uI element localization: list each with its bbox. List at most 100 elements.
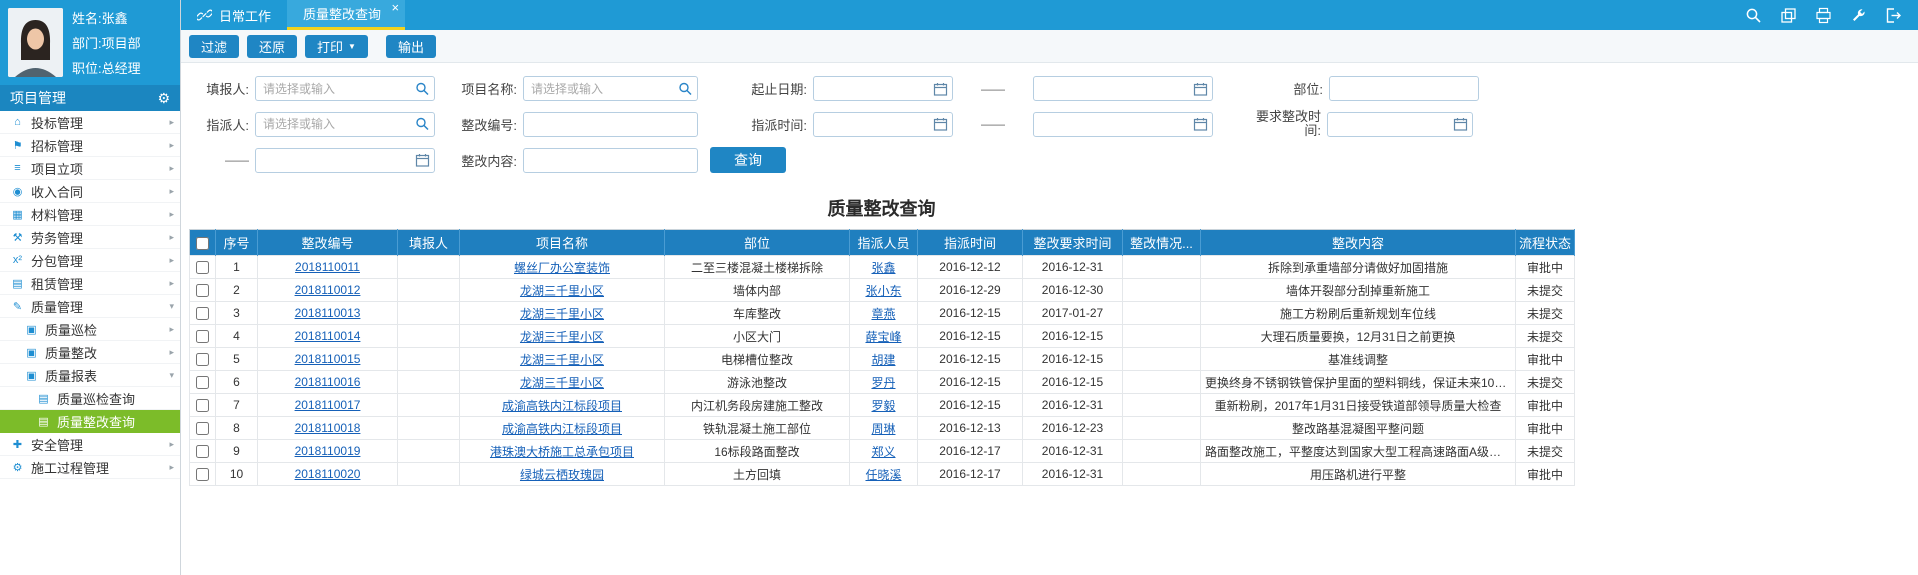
row-checkbox[interactable] bbox=[196, 261, 209, 274]
restore-button[interactable]: 还原 bbox=[247, 35, 297, 58]
calendar-icon[interactable] bbox=[1193, 117, 1208, 132]
rectification-number-link[interactable]: 2018110016 bbox=[295, 375, 361, 389]
column-header[interactable]: 填报人 bbox=[398, 230, 460, 256]
sidebar-item-13[interactable]: ▤ 质量整改查询 bbox=[0, 410, 180, 433]
assignee-link[interactable]: 张鑫 bbox=[871, 261, 895, 275]
column-header[interactable]: 项目名称 bbox=[460, 230, 665, 256]
project-name-link[interactable]: 成渝高铁内江标段项目 bbox=[502, 399, 622, 413]
project-name-link[interactable]: 龙湖三千里小区 bbox=[520, 353, 604, 367]
assignee-link[interactable]: 胡建 bbox=[871, 353, 895, 367]
column-header[interactable]: 指派时间 bbox=[918, 230, 1023, 256]
row-checkbox[interactable] bbox=[196, 422, 209, 435]
rectification-number-link[interactable]: 2018110017 bbox=[295, 398, 361, 412]
required-time-end-input[interactable] bbox=[255, 148, 435, 173]
sidebar-item-0[interactable]: ⌂ 投标管理 ▸ bbox=[0, 111, 180, 134]
location-input[interactable] bbox=[1329, 76, 1479, 101]
sidebar-section-header[interactable]: 项目管理 ⚙ bbox=[0, 85, 180, 111]
sidebar-item-2[interactable]: ≡ 项目立项 ▸ bbox=[0, 157, 180, 180]
calendar-icon[interactable] bbox=[1453, 117, 1468, 132]
sidebar-item-6[interactable]: x² 分包管理 ▸ bbox=[0, 249, 180, 272]
filter-button[interactable]: 过滤 bbox=[189, 35, 239, 58]
project-name-link[interactable]: 绿城云栖玫瑰园 bbox=[520, 468, 604, 482]
rectification-number-link[interactable]: 2018110013 bbox=[295, 306, 361, 320]
sidebar-item-7[interactable]: ▤ 租赁管理 ▸ bbox=[0, 272, 180, 295]
print-button[interactable]: 打印 ▼ bbox=[305, 35, 368, 58]
rectification-number-link[interactable]: 2018110014 bbox=[295, 329, 361, 343]
gear-icon[interactable]: ⚙ bbox=[157, 90, 170, 107]
search-icon[interactable] bbox=[415, 117, 430, 132]
sidebar-item-8[interactable]: ✎ 质量管理 ▾ bbox=[0, 295, 180, 318]
row-checkbox[interactable] bbox=[196, 445, 209, 458]
project-name-link[interactable]: 螺丝厂办公室装饰 bbox=[514, 261, 610, 275]
calendar-icon[interactable] bbox=[933, 81, 948, 96]
content-input[interactable] bbox=[523, 148, 698, 173]
window-icon[interactable] bbox=[1780, 7, 1797, 24]
assignee-link[interactable]: 任晓溪 bbox=[865, 468, 901, 482]
search-icon[interactable] bbox=[678, 81, 693, 96]
tab-quality-rectification-query[interactable]: 质量整改查询 × bbox=[287, 0, 405, 30]
sidebar-item-9[interactable]: ▣ 质量巡检 ▸ bbox=[0, 318, 180, 341]
column-header[interactable]: 指派人员 bbox=[850, 230, 918, 256]
rectification-number-link[interactable]: 2018110020 bbox=[295, 467, 361, 481]
end-date-input[interactable] bbox=[1033, 76, 1213, 101]
assign-time-start-input[interactable] bbox=[813, 112, 953, 137]
column-header[interactable]: 序号 bbox=[216, 230, 258, 256]
row-checkbox[interactable] bbox=[196, 353, 209, 366]
column-header[interactable]: 整改要求时间 bbox=[1023, 230, 1123, 256]
calendar-icon[interactable] bbox=[933, 117, 948, 132]
sidebar-item-1[interactable]: ⚑ 招标管理 ▸ bbox=[0, 134, 180, 157]
tab-daily-work[interactable]: 日常工作 bbox=[181, 0, 287, 30]
row-checkbox[interactable] bbox=[196, 307, 209, 320]
print-icon[interactable] bbox=[1815, 7, 1832, 24]
select-all-checkbox[interactable] bbox=[196, 237, 209, 250]
assignee-link[interactable]: 张小东 bbox=[865, 284, 901, 298]
sidebar-item-11[interactable]: ▣ 质量报表 ▾ bbox=[0, 364, 180, 387]
project-name-input[interactable] bbox=[523, 76, 698, 101]
assignee-link[interactable]: 郑义 bbox=[871, 445, 895, 459]
close-icon[interactable]: × bbox=[391, 1, 399, 14]
sidebar-item-10[interactable]: ▣ 质量整改 ▸ bbox=[0, 341, 180, 364]
sidebar-item-3[interactable]: ◉ 收入合同 ▸ bbox=[0, 180, 180, 203]
start-date-input[interactable] bbox=[813, 76, 953, 101]
column-header[interactable]: 流程状态 bbox=[1516, 230, 1575, 256]
row-checkbox[interactable] bbox=[196, 330, 209, 343]
assign-time-end-input[interactable] bbox=[1033, 112, 1213, 137]
project-name-link[interactable]: 成渝高铁内江标段项目 bbox=[502, 422, 622, 436]
project-name-link[interactable]: 龙湖三千里小区 bbox=[520, 376, 604, 390]
export-button[interactable]: 输出 bbox=[386, 35, 436, 58]
assignee-link[interactable]: 周琳 bbox=[871, 422, 895, 436]
logout-icon[interactable] bbox=[1885, 7, 1902, 24]
wrench-icon[interactable] bbox=[1850, 7, 1867, 24]
project-name-link[interactable]: 龙湖三千里小区 bbox=[520, 307, 604, 321]
sidebar-item-12[interactable]: ▤ 质量巡检查询 bbox=[0, 387, 180, 410]
sidebar-item-15[interactable]: ⚙ 施工过程管理 ▸ bbox=[0, 456, 180, 479]
rectification-number-link[interactable]: 2018110018 bbox=[295, 421, 361, 435]
rectification-number-link[interactable]: 2018110012 bbox=[295, 283, 361, 297]
column-header[interactable]: 整改情况... bbox=[1123, 230, 1201, 256]
query-button[interactable]: 查询 bbox=[710, 147, 786, 173]
rectification-number-link[interactable]: 2018110019 bbox=[295, 444, 361, 458]
calendar-icon[interactable] bbox=[1193, 81, 1208, 96]
filler-input[interactable] bbox=[255, 76, 435, 101]
row-checkbox[interactable] bbox=[196, 284, 209, 297]
rectification-number-input[interactable] bbox=[523, 112, 698, 137]
rectification-number-link[interactable]: 2018110011 bbox=[295, 260, 360, 274]
project-name-link[interactable]: 龙湖三千里小区 bbox=[520, 284, 604, 298]
row-checkbox[interactable] bbox=[196, 468, 209, 481]
sidebar-item-4[interactable]: ▦ 材料管理 ▸ bbox=[0, 203, 180, 226]
row-checkbox[interactable] bbox=[196, 376, 209, 389]
assignee-link[interactable]: 章燕 bbox=[871, 307, 895, 321]
assignee-link[interactable]: 罗毅 bbox=[871, 399, 895, 413]
search-icon[interactable] bbox=[415, 81, 430, 96]
rectification-number-link[interactable]: 2018110015 bbox=[295, 352, 361, 366]
required-time-start-input[interactable] bbox=[1327, 112, 1473, 137]
column-header[interactable]: 整改内容 bbox=[1201, 230, 1516, 256]
project-name-link[interactable]: 港珠澳大桥施工总承包项目 bbox=[490, 445, 634, 459]
sidebar-item-14[interactable]: ✚ 安全管理 ▸ bbox=[0, 433, 180, 456]
column-header[interactable]: 部位 bbox=[665, 230, 850, 256]
row-checkbox[interactable] bbox=[196, 399, 209, 412]
calendar-icon[interactable] bbox=[415, 153, 430, 168]
assignee-input[interactable] bbox=[255, 112, 435, 137]
assignee-link[interactable]: 薛宝峰 bbox=[865, 330, 901, 344]
search-icon[interactable] bbox=[1745, 7, 1762, 24]
